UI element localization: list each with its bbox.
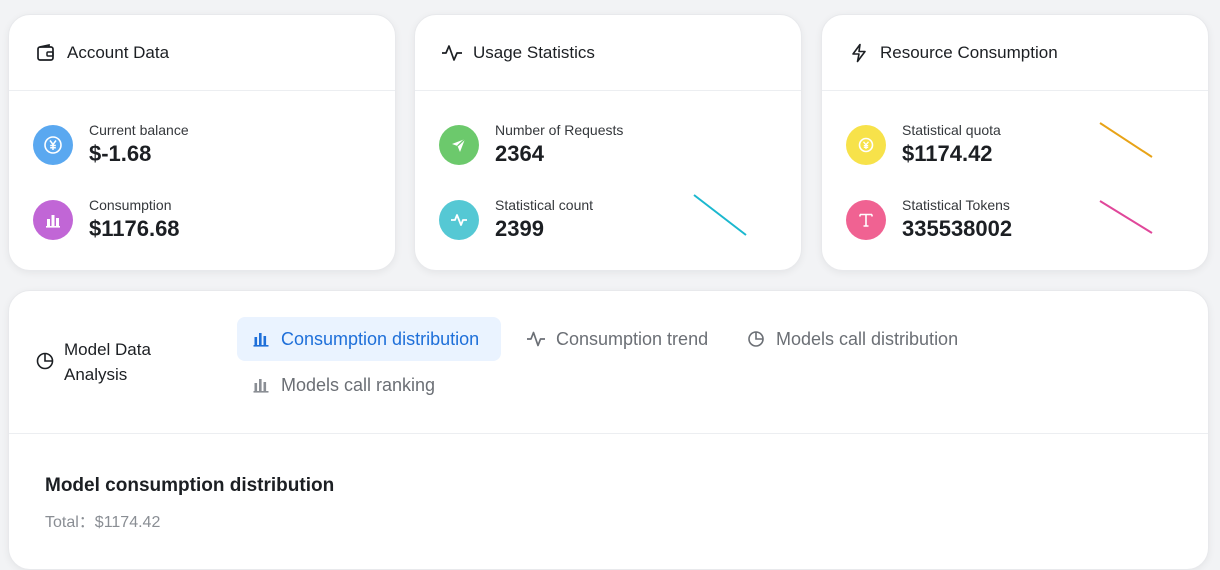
lightning-icon [848, 42, 870, 64]
chart-title: Model consumption distribution [45, 475, 335, 496]
tokens-sparkline [1099, 200, 1153, 234]
currency-icon [33, 125, 73, 165]
consumption-label: Consumption [89, 197, 172, 213]
pie-chart-icon [746, 329, 766, 349]
statistical-tokens-label: Statistical Tokens [902, 197, 1010, 213]
statistical-count-stat: Statistical count 2399 [439, 196, 593, 244]
bar-chart-icon [251, 329, 271, 349]
tab-label: Models call ranking [281, 374, 436, 395]
current-balance-stat: Current balance $-1.68 [33, 121, 189, 169]
tab-label: Consumption distribution [281, 328, 480, 349]
statistical-count-label: Statistical count [495, 197, 594, 213]
statistical-tokens-stat: Statistical Tokens 335538002 [846, 196, 1012, 244]
analysis-title-line1: Model Data [64, 340, 151, 359]
usage-statistics-title: Usage Statistics [473, 42, 595, 62]
bar-chart-icon [33, 200, 73, 240]
text-icon [846, 200, 886, 240]
statistical-count-value: 2399 [495, 216, 544, 241]
count-sparkline [693, 194, 747, 236]
pie-chart-icon [35, 351, 55, 376]
requests-value: 2364 [495, 141, 544, 166]
account-data-card: Account Data Current balance $-1.68 Cons… [8, 14, 396, 271]
activity-icon [526, 329, 546, 349]
current-balance-label: Current balance [89, 122, 189, 138]
model-data-analysis-card: Model Data Analysis Consumption distribu… [8, 290, 1209, 570]
current-balance-value: $-1.68 [89, 141, 152, 166]
analysis-header: Model Data Analysis Consumption distribu… [9, 291, 1208, 434]
consumption-stat: Consumption $1176.68 [33, 196, 180, 244]
analysis-title: Model Data Analysis [64, 337, 151, 387]
send-icon [439, 125, 479, 165]
analysis-title-line2: Analysis [64, 365, 128, 384]
tab-models-call-distribution[interactable]: Models call distribution [732, 317, 972, 361]
tab-consumption-trend[interactable]: Consumption trend [512, 317, 722, 361]
usage-statistics-header: Usage Statistics [415, 15, 801, 91]
resource-consumption-card: Resource Consumption Statistical quota $… [821, 14, 1209, 271]
coin-icon [846, 125, 886, 165]
account-data-title: Account Data [67, 42, 170, 62]
quota-sparkline [1099, 122, 1153, 158]
usage-statistics-card: Usage Statistics Number of Requests 2364… [414, 14, 802, 271]
tab-models-call-ranking[interactable]: Models call ranking [237, 363, 449, 407]
consumption-value: $1176.68 [89, 216, 180, 241]
wallet-icon [35, 42, 57, 64]
account-data-header: Account Data [9, 15, 395, 91]
resource-consumption-header: Resource Consumption [822, 15, 1208, 91]
statistical-tokens-value: 335538002 [902, 216, 1013, 241]
statistical-quota-value: $1174.42 [902, 141, 993, 166]
bar-chart-icon [251, 375, 271, 395]
resource-consumption-title: Resource Consumption [880, 42, 1058, 62]
requests-stat: Number of Requests 2364 [439, 121, 623, 169]
requests-label: Number of Requests [495, 122, 624, 138]
pulse-icon [439, 200, 479, 240]
tab-consumption-distribution[interactable]: Consumption distribution [237, 317, 501, 361]
statistical-quota-stat: Statistical quota $1174.42 [846, 121, 1001, 169]
tab-label: Consumption trend [556, 328, 709, 349]
activity-icon [441, 42, 463, 64]
tab-label: Models call distribution [776, 328, 959, 349]
statistical-quota-label: Statistical quota [902, 122, 1001, 138]
chart-total: Total：$1174.42 [45, 514, 161, 531]
